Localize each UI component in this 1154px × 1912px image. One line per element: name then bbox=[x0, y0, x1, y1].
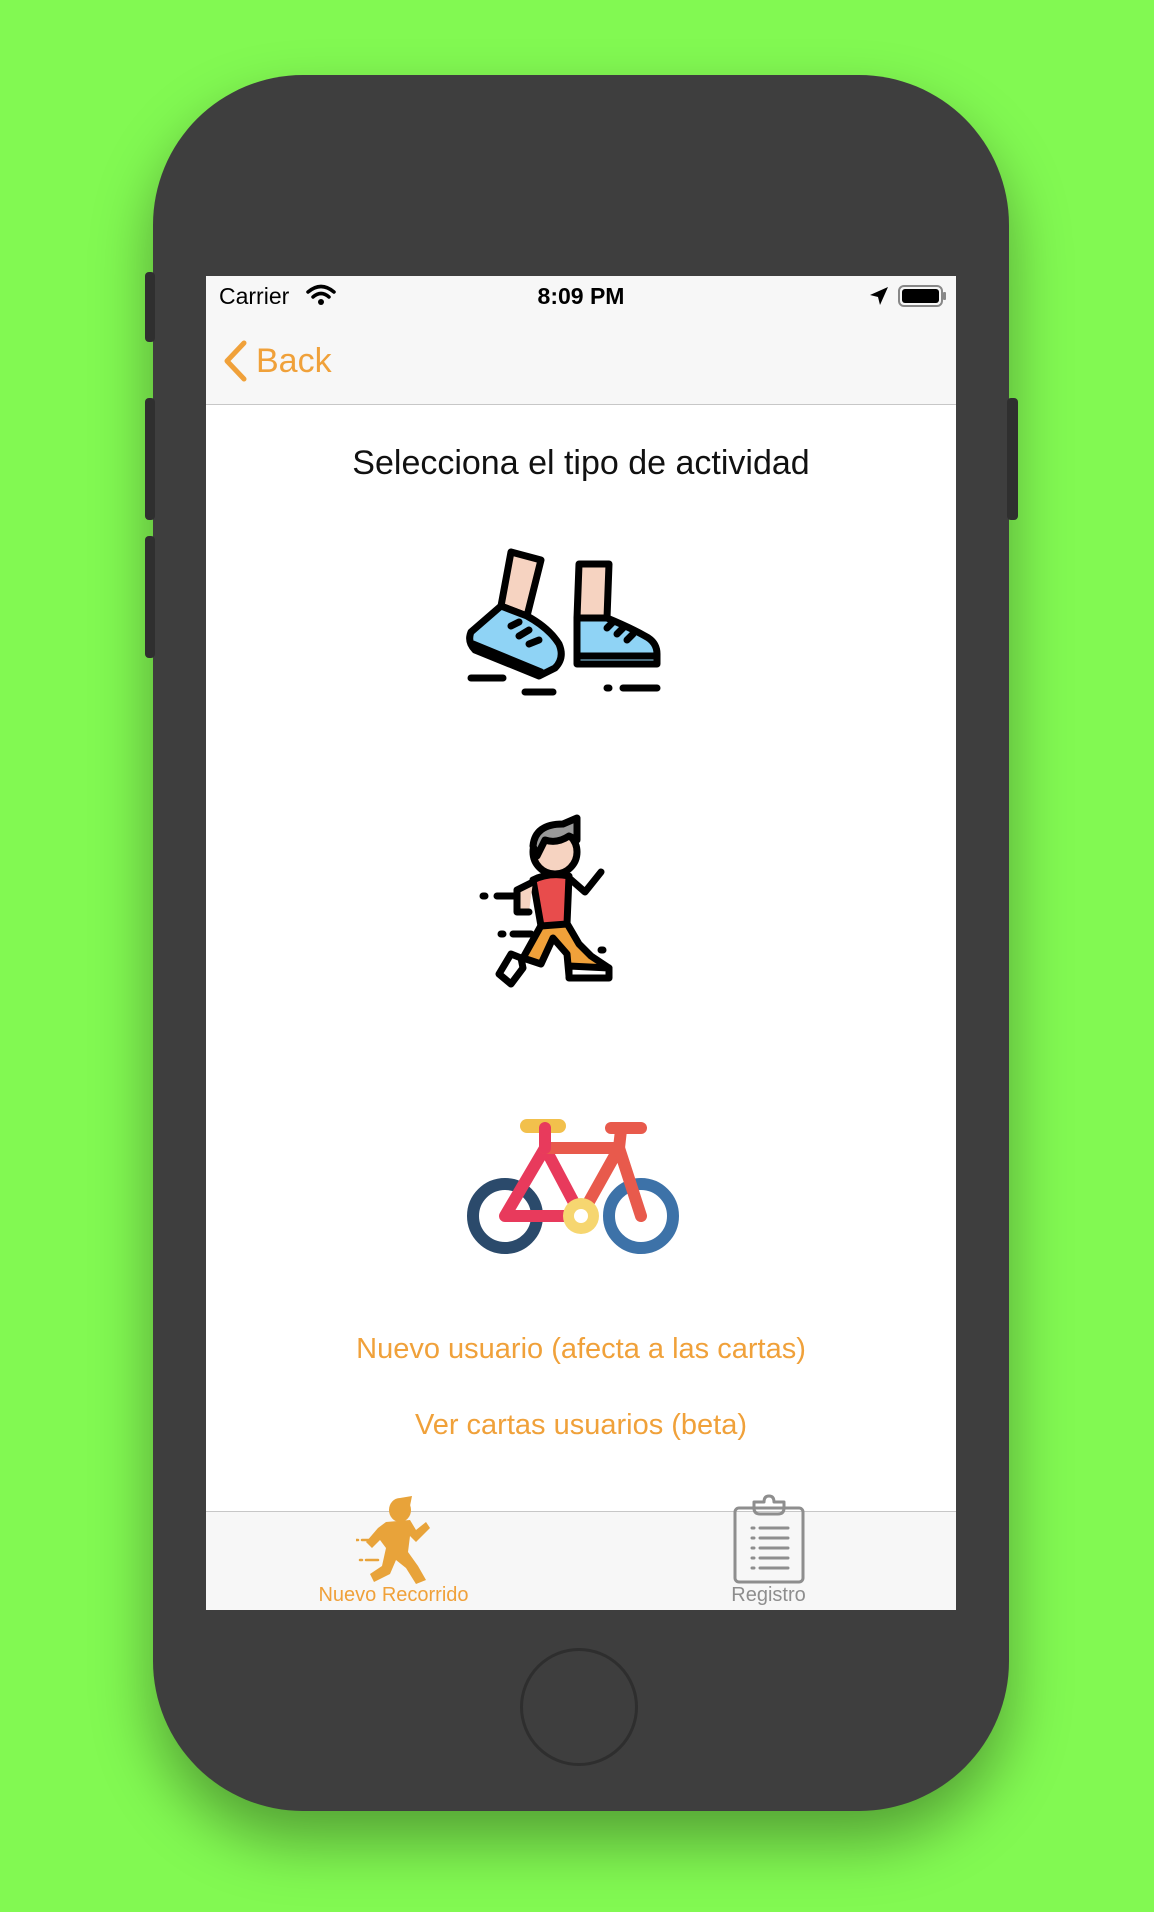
app-screen: Carrier 8:09 PM Back Selecciona el tipo … bbox=[206, 276, 956, 1610]
volume-down-button bbox=[145, 536, 155, 658]
running-option[interactable] bbox=[461, 804, 701, 994]
running-figure-icon bbox=[356, 1496, 430, 1584]
cycling-option[interactable] bbox=[461, 1118, 701, 1258]
clock: 8:09 PM bbox=[537, 283, 625, 309]
walking-option[interactable] bbox=[461, 548, 701, 718]
new-user-link[interactable]: Nuevo usuario (afecta a las cartas) bbox=[206, 1333, 956, 1366]
page-title: Selecciona el tipo de actividad bbox=[352, 444, 810, 482]
home-button[interactable] bbox=[520, 1648, 638, 1766]
bicycle-icon bbox=[467, 1119, 679, 1254]
mute-switch bbox=[145, 272, 155, 342]
view-user-cards-link[interactable]: Ver cartas usuarios (beta) bbox=[206, 1409, 956, 1442]
battery-icon bbox=[898, 285, 946, 307]
back-label: Back bbox=[256, 341, 332, 380]
tab-nuevo-recorrido[interactable]: Nuevo Recorrido bbox=[206, 1496, 581, 1610]
power-button bbox=[1007, 398, 1018, 520]
chevron-left-icon bbox=[224, 340, 247, 382]
volume-up-button bbox=[145, 398, 155, 520]
navigation-bar: Back bbox=[206, 316, 956, 405]
running-man-icon bbox=[479, 814, 613, 988]
tab-label: Nuevo Recorrido bbox=[318, 1584, 469, 1606]
tab-registro[interactable]: Registro bbox=[581, 1494, 956, 1610]
walking-shoes-icon bbox=[466, 548, 661, 696]
tab-label: Registro bbox=[731, 1584, 806, 1606]
back-button[interactable]: Back bbox=[222, 340, 332, 382]
status-bar: Carrier 8:09 PM bbox=[206, 276, 956, 316]
clipboard-icon bbox=[733, 1494, 805, 1584]
tab-bar: Nuevo Recorrido Registro bbox=[206, 1494, 956, 1610]
location-arrow-icon bbox=[870, 287, 888, 305]
